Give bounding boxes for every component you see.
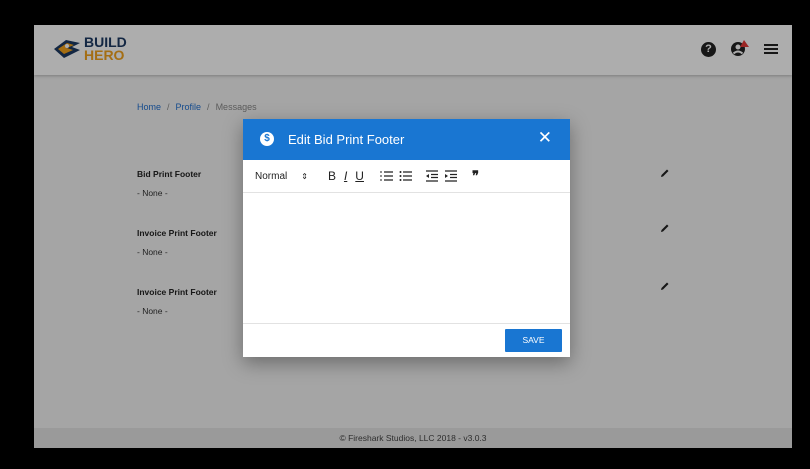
edit-footer-dialog: $ Edit Bid Print Footer ✕ Normal ⇕ B I U … [243,119,570,357]
indent-icon[interactable] [444,170,458,182]
footer-text-editor[interactable] [243,193,570,324]
underline-button[interactable]: U [355,169,364,183]
select-arrows-icon: ⇕ [301,171,308,181]
dialog-title: Edit Bid Print Footer [288,132,405,147]
app-window: BUILD HERO ? Home / Profile / Messages B… [34,25,792,448]
screen-frame: BUILD HERO ? Home / Profile / Messages B… [0,0,810,469]
save-button[interactable]: SAVE [505,329,562,352]
text-size-select[interactable]: Normal ⇕ [255,171,308,182]
dollar-icon: $ [260,132,274,146]
italic-button[interactable]: I [344,169,347,183]
dialog-header: $ Edit Bid Print Footer ✕ [243,119,570,160]
ordered-list-icon[interactable] [380,170,394,182]
close-icon[interactable]: ✕ [538,129,552,147]
bullet-list-icon[interactable] [399,170,413,182]
bold-button[interactable]: B [328,169,336,183]
outdent-icon[interactable] [425,170,439,182]
quote-icon[interactable]: ❞ [472,168,479,184]
editor-toolbar: Normal ⇕ B I U ❞ [243,160,570,193]
text-size-value: Normal [255,170,288,182]
